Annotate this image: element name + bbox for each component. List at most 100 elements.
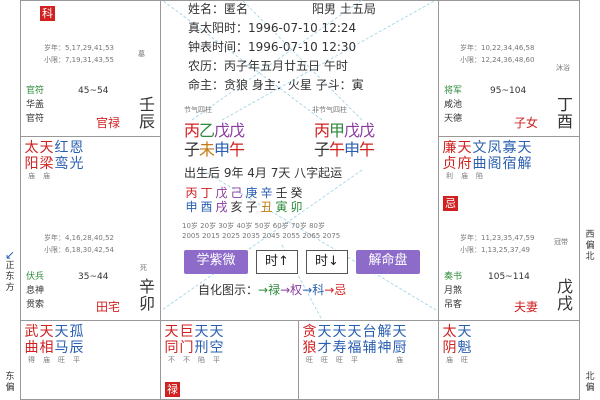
palace-name: 官禄 bbox=[96, 116, 121, 130]
palace-name: 夫妻 bbox=[514, 300, 539, 314]
star-tianjie: 天解 bbox=[517, 140, 532, 172]
minor-row: 小限：12,24,36,48,60 bbox=[460, 56, 535, 64]
star-guchen: 孤辰平 bbox=[69, 324, 84, 364]
star-fengge: 凤阁 bbox=[487, 140, 502, 172]
palace-guanlu[interactable]: 岁年：5,17,29,41,53 小限：7,19,31,43,55 墓 官符 华… bbox=[22, 40, 158, 134]
star-tiantong: 天同不 bbox=[164, 324, 179, 364]
palace-state: 死 bbox=[140, 264, 147, 272]
palace-name: 田宅 bbox=[96, 300, 121, 314]
palace-bottom-4[interactable]: 太阴庙天魁旺 bbox=[440, 322, 578, 400]
pillars-jieqi-branch: 子未申午 bbox=[184, 140, 246, 159]
palace-fuqi[interactable]: 廉贞利天府庙文曲陷凤阁寡宿天解 忌 岁年：11,23,35,47,59 小限：1… bbox=[440, 138, 578, 318]
palace-ganzhi: 戊 戌 bbox=[556, 277, 573, 313]
minor-god-3: 官符 bbox=[26, 114, 45, 124]
ji-tag: 忌 bbox=[443, 196, 458, 211]
star-taifu: 台辅 bbox=[362, 324, 377, 356]
star-list: 武曲得天相庙天马旺孤辰平 bbox=[24, 324, 84, 365]
minor-god-2: 月煞 bbox=[444, 286, 463, 296]
palace-state: 沐浴 bbox=[556, 64, 570, 72]
years-row: 岁年：10,22,34,46,58 bbox=[460, 44, 535, 52]
jieqi-label: 节气四柱 bbox=[184, 106, 212, 114]
palace-bottom-2[interactable]: 天同不巨门不天刑陷天空平 禄 bbox=[162, 322, 296, 400]
grid-line bbox=[20, 136, 160, 137]
palace-bottom-3[interactable]: 贪狼旺天才旺天寿旺天福平台辅解神天厨庙 bbox=[300, 322, 436, 400]
hour-up-button[interactable]: 时↑ bbox=[256, 250, 298, 274]
star-hongluan: 红鸾 bbox=[54, 140, 69, 172]
star-tianfu2: 天福平 bbox=[347, 324, 362, 364]
star-taiyin: 太阴庙 bbox=[442, 324, 457, 364]
palace-ganzhi: 辛 卯 bbox=[138, 277, 155, 313]
star-list: 天同不巨门不天刑陷天空平 bbox=[164, 324, 224, 365]
palace-name: 子女 bbox=[514, 116, 539, 130]
pillars-feijieqi: 丙甲戊戊 bbox=[314, 121, 376, 140]
direction-left-mid: ↙ 正东方 bbox=[4, 248, 16, 293]
star-tanlang: 贪狼旺 bbox=[302, 324, 317, 364]
dayun-years: 2005 2015 2025 2035 2045 2055 2065 2075 bbox=[182, 232, 341, 240]
star-lianzhen: 廉贞利 bbox=[442, 140, 457, 180]
dayun-stems: 丙丁戊己庚辛壬癸 bbox=[185, 186, 303, 200]
palace-tianzhai[interactable]: 太阳庙天梁庙红鸾恩光 岁年：4,16,28,40,52 小限：6,18,30,4… bbox=[22, 138, 158, 318]
minor-god-2: 息神 bbox=[26, 286, 45, 296]
star-tianchu: 天厨庙 bbox=[392, 324, 407, 364]
star-tianshou: 天寿旺 bbox=[332, 324, 347, 364]
direction-left-bottom: 东偏 bbox=[5, 372, 15, 393]
minor-god-1: 将军 bbox=[444, 86, 463, 96]
direction-right-bottom: 北偏 bbox=[585, 372, 595, 393]
years-row: 岁年：11,23,35,47,59 bbox=[460, 234, 535, 242]
interpret-chart-button[interactable]: 解命盘 bbox=[356, 250, 420, 274]
chart-lunar: 农历：丙子年五月廿五日 午时 bbox=[188, 59, 348, 73]
minor-god-3: 天德 bbox=[444, 114, 463, 124]
years-row: 岁年：4,16,28,40,52 bbox=[44, 234, 114, 242]
chart-gender: 阳男 土五局 bbox=[312, 2, 376, 16]
star-guasu: 寡宿 bbox=[502, 140, 517, 172]
zihua-legend: 自化图示：→禄→权→科→忌 bbox=[198, 283, 347, 297]
grid-line bbox=[298, 320, 299, 400]
palace-range: 105~114 bbox=[488, 272, 530, 282]
star-enguang: 恩光 bbox=[69, 140, 84, 172]
learn-ziwei-button[interactable]: 学紫微 bbox=[184, 250, 248, 274]
chart-solar-time: 真太阳时：1996-07-10 12:24 bbox=[188, 21, 357, 35]
palace-range: 95~104 bbox=[490, 86, 527, 96]
dayun-branches: 申酉戌亥子丑寅卯 bbox=[185, 200, 303, 214]
qiyun-text: 出生后 9年 4月 7天 八字起运 bbox=[184, 166, 343, 180]
star-list: 太阳庙天梁庙红鸾恩光 bbox=[24, 140, 84, 181]
minor-god-1: 官符 bbox=[26, 86, 45, 96]
minor-row: 小限：1,13,25,37,49 bbox=[460, 246, 530, 254]
pillars-jieqi: 丙乙戊戊 bbox=[184, 121, 246, 140]
tag-ke: 科 bbox=[40, 2, 55, 21]
chart-clock-time: 钟表时间：1996-07-10 12:30 bbox=[188, 40, 357, 54]
palace-state: 冠带 bbox=[554, 238, 568, 246]
direction-right-mid: 西偏北 bbox=[585, 230, 595, 262]
palace-bottom-1[interactable]: 武曲得天相庙天马旺孤辰平 bbox=[22, 322, 158, 400]
star-tianliang: 天梁庙 bbox=[39, 140, 54, 180]
grid-line bbox=[438, 0, 439, 400]
star-list: 廉贞利天府庙文曲陷凤阁寡宿天解 bbox=[442, 140, 532, 181]
star-wenqu: 文曲陷 bbox=[472, 140, 487, 180]
palace-ganzhi: 壬 辰 bbox=[138, 95, 155, 131]
arrow-icon: ↙ bbox=[4, 248, 16, 262]
dayun-ages: 10岁 20岁 30岁 40岁 50岁 60岁 70岁 80岁 bbox=[182, 222, 326, 230]
grid-line bbox=[20, 320, 580, 321]
minor-god-2: 华盖 bbox=[26, 100, 45, 110]
chart-name: 姓名：匿名 bbox=[188, 2, 249, 16]
palace-zinv[interactable]: 岁年：10,22,34,46,58 小限：12,24,36,48,60 沐浴 将… bbox=[440, 40, 578, 134]
pillars-feijieqi-branch: 子午申午 bbox=[314, 140, 376, 159]
palace-state: 墓 bbox=[138, 50, 145, 58]
minor-row: 小限：7,19,31,43,55 bbox=[44, 56, 114, 64]
palace-range: 35~44 bbox=[78, 272, 109, 282]
star-wuqu: 武曲得 bbox=[24, 324, 39, 364]
palace-range: 45~54 bbox=[78, 86, 109, 96]
minor-god-3: 贯索 bbox=[26, 300, 45, 310]
palace-ganzhi: 丁 酉 bbox=[556, 95, 573, 131]
star-jieshen: 解神 bbox=[377, 324, 392, 356]
minor-god-2: 咸池 bbox=[444, 100, 463, 110]
star-jumen: 巨门不 bbox=[179, 324, 194, 364]
ke-tag: 科 bbox=[40, 6, 55, 21]
hour-down-button[interactable]: 时↓ bbox=[306, 250, 348, 274]
feijieqi-label: 非节气四柱 bbox=[312, 106, 347, 114]
star-list: 太阴庙天魁旺 bbox=[442, 324, 472, 365]
star-tiankui: 天魁旺 bbox=[457, 324, 472, 364]
minor-god-3: 吊客 bbox=[444, 300, 463, 310]
dayun-row: 丙丁戊己庚辛壬癸 申酉戌亥子丑寅卯 bbox=[184, 186, 304, 214]
grid-line bbox=[438, 136, 580, 137]
